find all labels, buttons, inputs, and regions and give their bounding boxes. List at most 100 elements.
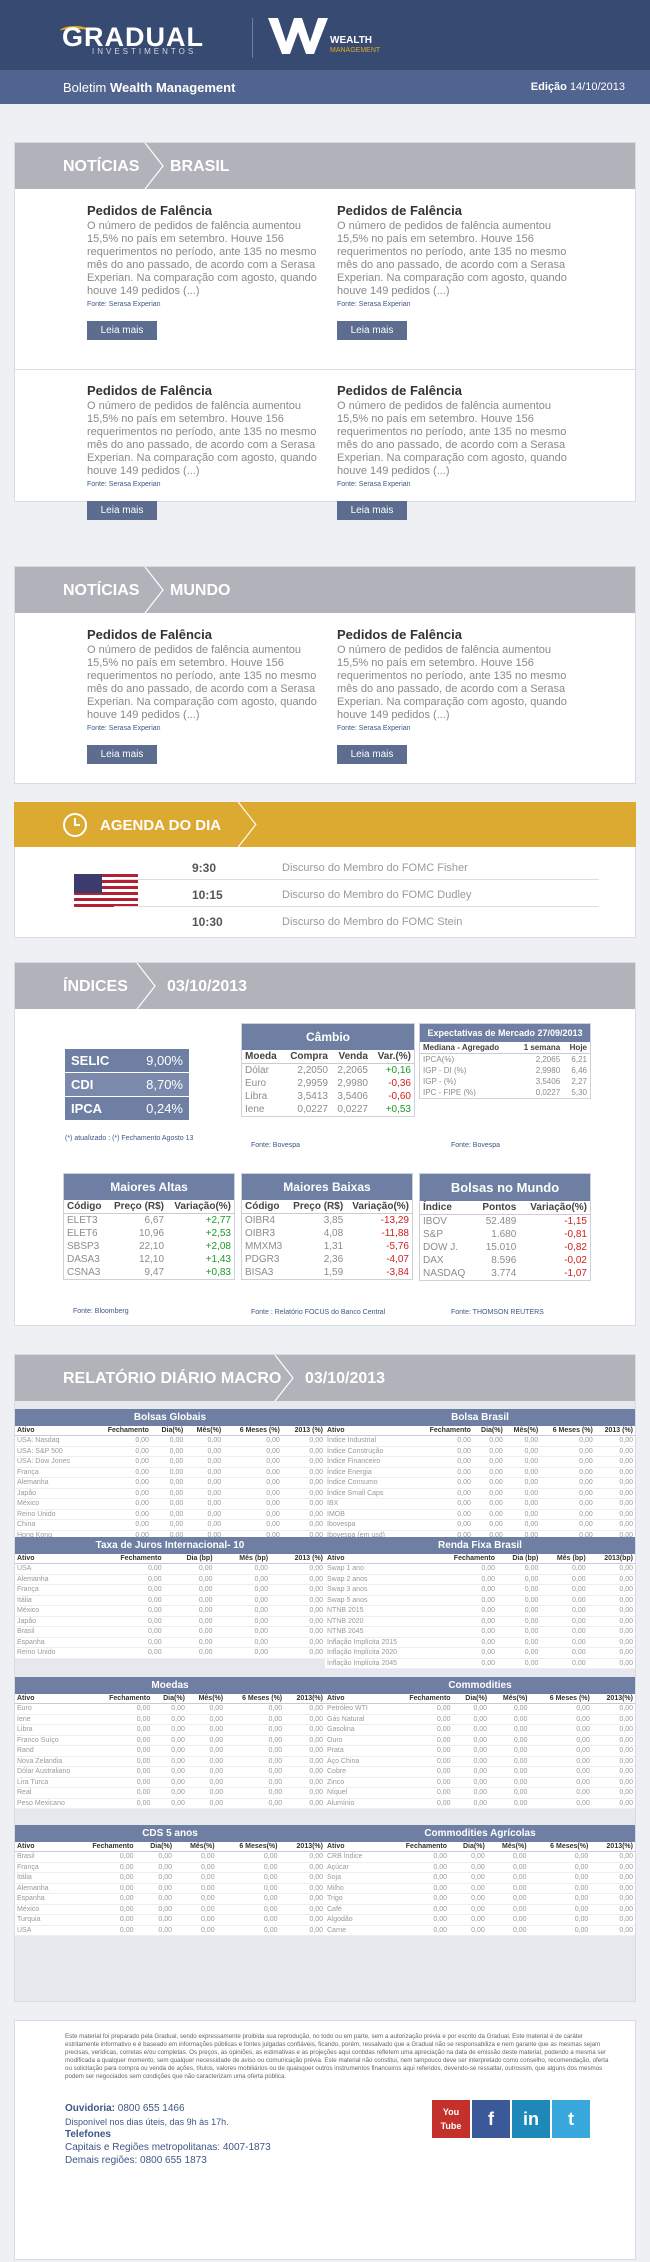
table-cell: 0,00 xyxy=(68,1872,136,1884)
table-row: Brasil 0,00 0,00 0,00 0,00 xyxy=(15,1626,325,1638)
table-cell: 2,2065 xyxy=(535,1055,561,1064)
table-row: Turquia0,000,000,000,000,00 xyxy=(15,1914,325,1926)
table-cell: 2,2050 xyxy=(297,1065,328,1076)
table-cell: 0,00 xyxy=(152,1756,187,1767)
cambio-table: Moeda Compra Venda Var.(%) Dólar 2,2050 2,2065… xyxy=(242,1050,414,1116)
facebook-icon[interactable]: f xyxy=(472,2100,510,2138)
asset-name: Índice Construção xyxy=(325,1446,417,1457)
table-cell: 0,00 xyxy=(504,1467,541,1478)
table-cell: 0,00 xyxy=(388,1798,453,1809)
table-cell: 0,0227 xyxy=(297,1104,328,1115)
macro-table: Taxa de Juros Internacional- 10 Ativo Fech… xyxy=(15,1537,325,1659)
table-cell: 0,00 xyxy=(382,1914,450,1926)
table-row: Inflação Implícita 2015 0,00 0,00 0,00 0,00 xyxy=(325,1637,635,1648)
ouvidoria-phone[interactable]: 0800 655 1466 xyxy=(118,2103,185,2114)
table-row: Reino Unido 0,00 0,00 0,00 0,00 0,00 xyxy=(15,1509,325,1520)
table-cell: 0,00 xyxy=(163,1574,215,1585)
table-cell: 0,00 xyxy=(591,1798,635,1809)
table-row: Índice Industrial 0,00 0,00 0,00 0,00 0,00 xyxy=(325,1435,635,1447)
table-row: CSNA3 9,47 +0,83 xyxy=(64,1266,234,1279)
ouvidoria-label: Ouvidoria: xyxy=(65,2103,116,2114)
table-row: Ouro 0,00 0,00 0,00 0,00 0,00 xyxy=(325,1735,635,1746)
table-cell: 0,00 xyxy=(150,1435,186,1447)
table-cell: 0,00 xyxy=(223,1456,282,1468)
table-cell: 0,00 xyxy=(214,1605,271,1617)
article-title[interactable]: Pedidos de Falência xyxy=(87,203,327,218)
table-cell: 0,00 xyxy=(449,1883,487,1894)
table-row: USA: S&P 500 0,00 0,00 0,00 0,00 0,00 xyxy=(15,1446,325,1457)
table-cell: 0,00 xyxy=(270,1616,325,1627)
table-cell: 0,00 xyxy=(540,1498,595,1510)
article-title[interactable]: Pedidos de Falência xyxy=(337,203,577,218)
read-more-button[interactable]: Leia mais xyxy=(87,501,157,520)
column-header: 6 Meses(%) xyxy=(528,1842,591,1852)
indices-date: 03/10/2013 xyxy=(167,978,248,995)
table-row: Reino Unido 0,00 0,00 0,00 0,00 xyxy=(15,1647,325,1659)
demais-phone[interactable]: Demais regiões: 0800 655 1873 xyxy=(65,2155,207,2166)
read-more-button[interactable]: Leia mais xyxy=(87,321,157,340)
table-cell: 0,00 xyxy=(486,1904,529,1915)
article-title[interactable]: Pedidos de Falência xyxy=(337,383,577,398)
asset-name: NTNB 2045 xyxy=(325,1626,432,1638)
table-cell: 0,00 xyxy=(452,1703,490,1715)
asset-name: USA: S&P 500 xyxy=(15,1446,91,1457)
table-row: IGP - DI (%) 2,9980 6,46 xyxy=(420,1065,590,1076)
article-title[interactable]: Pedidos de Falência xyxy=(337,627,577,642)
article-title[interactable]: Pedidos de Falência xyxy=(87,627,327,642)
table-row: Alemanha 0,00 0,00 0,00 0,00 0,00 xyxy=(15,1883,325,1894)
capitais-phone[interactable]: Capitais e Regiões metropolitanas: 4007-… xyxy=(65,2142,271,2153)
article-title[interactable]: Pedidos de Falência xyxy=(87,383,327,398)
asset-name: Japão xyxy=(15,1488,91,1499)
table-row: Dólar 2,2050 2,2065 +0,16 xyxy=(242,1064,414,1078)
table-cell: 0,00 xyxy=(216,1883,280,1894)
read-more-button[interactable]: Leia mais xyxy=(87,745,157,764)
mundo-title: Bolsas no Mundo xyxy=(420,1174,590,1201)
table-cell: -1,07 xyxy=(564,1268,587,1279)
asset-name: IMOB xyxy=(325,1509,417,1520)
asset-name: Swap 2 anos xyxy=(325,1574,432,1585)
youtube-icon[interactable]: You Tube xyxy=(432,2100,470,2138)
column-header: Dia(%) xyxy=(135,1842,175,1852)
asset-name: Franco Suíço xyxy=(15,1735,92,1746)
read-more-button[interactable]: Leia mais xyxy=(337,321,407,340)
table-cell: 0,00 xyxy=(591,1724,635,1736)
ouvidoria: Ouvidoria: 0800 655 1466 xyxy=(65,2103,185,2114)
table-cell: 0,00 xyxy=(284,1766,325,1778)
rates-note: (*) atualizado : (*) Fechamento Agosto 1… xyxy=(65,1135,194,1142)
table-cell: 1,31 xyxy=(323,1241,344,1252)
table-cell: 0,00 xyxy=(540,1647,588,1659)
column-header: Dia(%) xyxy=(152,1694,187,1704)
table-cell: 0,00 xyxy=(540,1467,595,1478)
table-cell: 0,00 xyxy=(150,1488,186,1499)
asset-name: França xyxy=(15,1584,88,1596)
column-header: 6 Meses (%) xyxy=(529,1694,592,1704)
asset-name: Índice Financeiro xyxy=(325,1456,417,1468)
read-more-button[interactable]: Leia mais xyxy=(337,501,407,520)
table-cell: 0,00 xyxy=(431,1574,498,1585)
table-cell: 0,00 xyxy=(504,1509,541,1520)
table-cell: NASDAQ xyxy=(423,1268,466,1279)
macro-table: Bolsas Globais Ativo Fechamento Dia(%) Mês(%… xyxy=(15,1409,325,1552)
read-more-button[interactable]: Leia mais xyxy=(337,745,407,764)
linkedin-icon[interactable]: in xyxy=(512,2100,550,2138)
table-cell: 1.680 xyxy=(491,1229,517,1240)
macro-title: RELATÓRIO DIÁRIO MACRO xyxy=(63,1370,282,1387)
twitter-icon[interactable]: t xyxy=(552,2100,590,2138)
article-body: O número de pedidos de falência aumentou… xyxy=(87,220,317,297)
table-cell: 0,00 xyxy=(279,1925,325,1936)
column-header: 6 Meses (%) xyxy=(223,1426,282,1436)
article-body: O número de pedidos de falência aumentou… xyxy=(87,644,317,721)
table-cell: 0,00 xyxy=(87,1574,164,1585)
table-cell: 0,00 xyxy=(152,1745,187,1757)
baixas-source: Fonte : Relatório FOCUS do Banco Central xyxy=(251,1309,386,1316)
bulletin-prefix: Boletim xyxy=(63,79,107,95)
column-header: Fechamento xyxy=(382,1842,450,1852)
table-cell: 0,00 xyxy=(472,1519,505,1531)
table-cell: 0,00 xyxy=(91,1745,153,1757)
table-cell: 0,00 xyxy=(472,1467,505,1478)
agenda-row: 9:30 Discurso do Membro do FOMC Fisher xyxy=(114,854,599,880)
wealth-w-icon xyxy=(268,18,328,54)
table-cell: 0,00 xyxy=(587,1647,635,1659)
table-cell: 0,00 xyxy=(87,1647,164,1659)
table-cell: 0,00 xyxy=(452,1766,490,1778)
